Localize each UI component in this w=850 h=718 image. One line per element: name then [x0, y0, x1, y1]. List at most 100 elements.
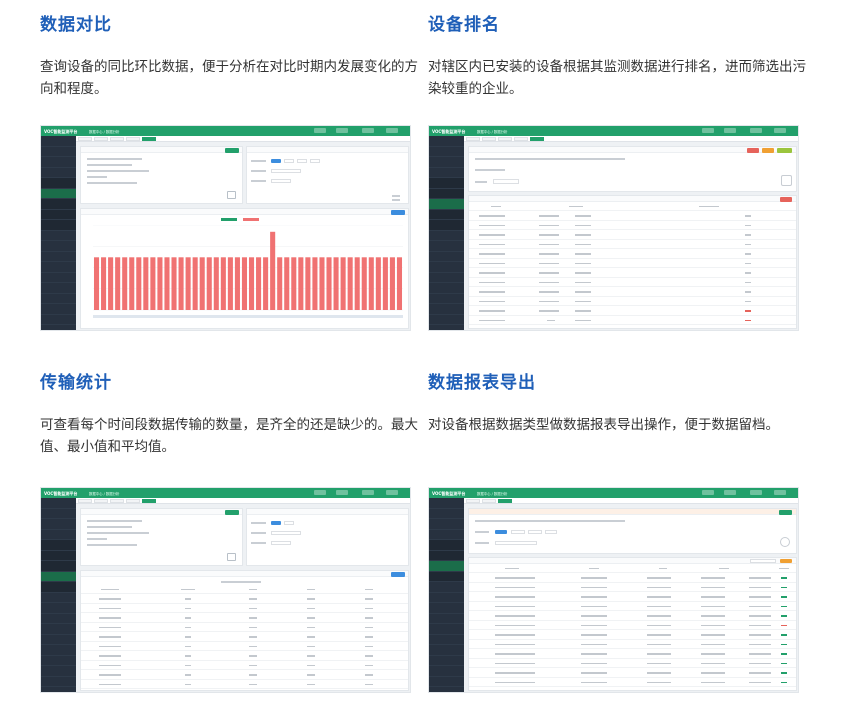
- chart-bar: [213, 257, 219, 310]
- period-month-button[interactable]: [297, 158, 307, 164]
- period-day-button[interactable]: [271, 158, 281, 163]
- section-report-export: 数据报表导出 对设备根据数据类型做数据报表导出操作，便于数据留档。: [428, 368, 808, 433]
- ranking-table-panel: [468, 195, 797, 329]
- chart-bar: [270, 231, 276, 310]
- factor-select[interactable]: [271, 178, 291, 184]
- chart-bar: [389, 257, 395, 310]
- section-title: 数据报表导出: [428, 373, 536, 393]
- app-sidebar: [41, 498, 76, 692]
- export-table-panel: [468, 557, 797, 691]
- chart-bar: [340, 257, 346, 310]
- chart-bar: [277, 257, 283, 310]
- type-hour-button[interactable]: [528, 529, 542, 535]
- chart-bar: [241, 257, 248, 310]
- export-chart-button[interactable]: [391, 210, 405, 215]
- filter-red-button[interactable]: [747, 148, 759, 153]
- chart-bar: [396, 257, 403, 310]
- date-input[interactable]: [271, 530, 301, 536]
- select-device-button[interactable]: [225, 510, 239, 515]
- tab-strip: [464, 136, 798, 142]
- period-day-button[interactable]: [271, 520, 281, 525]
- chart-bar: [136, 257, 142, 310]
- filter-green-button[interactable]: [777, 148, 792, 153]
- section-description: 对设备根据数据类型做数据报表导出操作，便于数据留档。: [428, 417, 779, 433]
- filter-orange-button[interactable]: [762, 148, 774, 153]
- transmission-table-panel: [80, 570, 409, 691]
- section-title: 传输统计: [40, 373, 112, 393]
- app-breadcrumb: 数据中心 / 数据分析: [89, 130, 120, 135]
- export-ranking-button[interactable]: [780, 197, 792, 202]
- chart-bar: [185, 257, 191, 310]
- monitor-icon: [227, 191, 236, 199]
- chart-bar: [206, 257, 212, 310]
- app-sidebar: [41, 136, 76, 330]
- chart-toggle-icon[interactable]: [781, 175, 792, 186]
- comparison-chart-panel: [80, 208, 409, 329]
- select-device-button[interactable]: [225, 148, 239, 153]
- monitor-icon: [227, 553, 236, 561]
- tab-strip: [464, 498, 798, 504]
- table-search-button[interactable]: [780, 558, 792, 564]
- period-week-button[interactable]: [284, 158, 294, 164]
- type-day-button[interactable]: [545, 529, 557, 535]
- section-title: 设备排名: [428, 15, 500, 35]
- period-month-button[interactable]: [284, 520, 294, 526]
- app-header: VOC智能监测平台 数据中心 / 数据分析: [41, 126, 410, 136]
- section-device-ranking: 设备排名 对辖区内已安装的设备根据其监测数据进行排名，进而筛选出污染较重的企业。: [428, 10, 808, 97]
- screenshot-device-ranking: VOC智能监测平台 数据中心 / 数据分析: [428, 125, 799, 331]
- section-description: 可查看每个时间段数据传输的数量，是齐全的还是缺少的。最大值、最小值和平均值。: [40, 417, 418, 455]
- chart-bar: [199, 257, 205, 310]
- chart-zoom-slider[interactable]: [93, 315, 403, 318]
- app-header: VOC智能监测平台 数据中心 / 数据分析: [429, 488, 798, 498]
- chart-bar: [220, 257, 226, 310]
- chart-bar: [115, 257, 121, 310]
- chart-bar: [143, 257, 149, 310]
- chart-bar: [298, 257, 304, 310]
- chart-bar: [333, 257, 339, 310]
- device-info-panel: [80, 146, 243, 204]
- export-button[interactable]: [779, 510, 792, 515]
- stats-settings-panel: [246, 508, 409, 566]
- app-sidebar: [429, 136, 464, 330]
- type-minute-button[interactable]: [511, 529, 525, 535]
- screenshot-report-export: VOC智能监测平台 数据中心 / 数据分析: [428, 487, 799, 693]
- type-realtime-button[interactable]: [495, 529, 507, 534]
- ranking-filter-panel: [468, 146, 797, 192]
- app-brand: VOC智能监测平台: [432, 490, 466, 496]
- comparison-settings-panel: [246, 146, 409, 204]
- app-breadcrumb: 数据中心 / 数据分析: [89, 492, 120, 497]
- ranking-date-input[interactable]: [493, 179, 519, 184]
- chart-bar: [171, 257, 177, 310]
- date-range-input[interactable]: [495, 540, 537, 546]
- chart-bar: [354, 257, 360, 310]
- chart-bar: [157, 257, 163, 310]
- chart-bar: [375, 257, 381, 310]
- chart-bar: [312, 257, 318, 310]
- chart-bar: [361, 257, 367, 310]
- section-description: 对辖区内已安装的设备根据其监测数据进行排名，进而筛选出污染较重的企业。: [428, 59, 806, 97]
- chart-bar: [101, 257, 107, 310]
- section-data-comparison: 数据对比 查询设备的同比环比数据，便于分析在对比时期内发展变化的方向和程度。: [40, 10, 420, 97]
- table-search-input[interactable]: [750, 558, 776, 564]
- app-brand: VOC智能监测平台: [44, 490, 78, 496]
- period-year-button[interactable]: [310, 158, 320, 164]
- chart-bar: [368, 257, 374, 310]
- factor-select[interactable]: [271, 540, 291, 546]
- app-brand: VOC智能监测平台: [432, 128, 466, 134]
- chart-bar: [347, 257, 353, 310]
- date-input[interactable]: [271, 168, 301, 174]
- chart-bar: [291, 257, 297, 310]
- chart-bar: [305, 257, 311, 310]
- export-stats-button[interactable]: [391, 572, 405, 577]
- chart-bar: [192, 257, 198, 310]
- scroll-top-icon[interactable]: [780, 537, 790, 547]
- chart-bar: [129, 257, 135, 310]
- legend-compare: [243, 218, 259, 221]
- chart-bar: [256, 257, 262, 310]
- tab-strip: [76, 136, 410, 142]
- chart-bar: [227, 257, 233, 310]
- chart-bar: [263, 257, 269, 310]
- chart-bar: [93, 257, 100, 310]
- section-transmission-stats: 传输统计 可查看每个时间段数据传输的数量，是齐全的还是缺少的。最大值、最小值和平…: [40, 368, 420, 455]
- chart-bar: [150, 257, 156, 310]
